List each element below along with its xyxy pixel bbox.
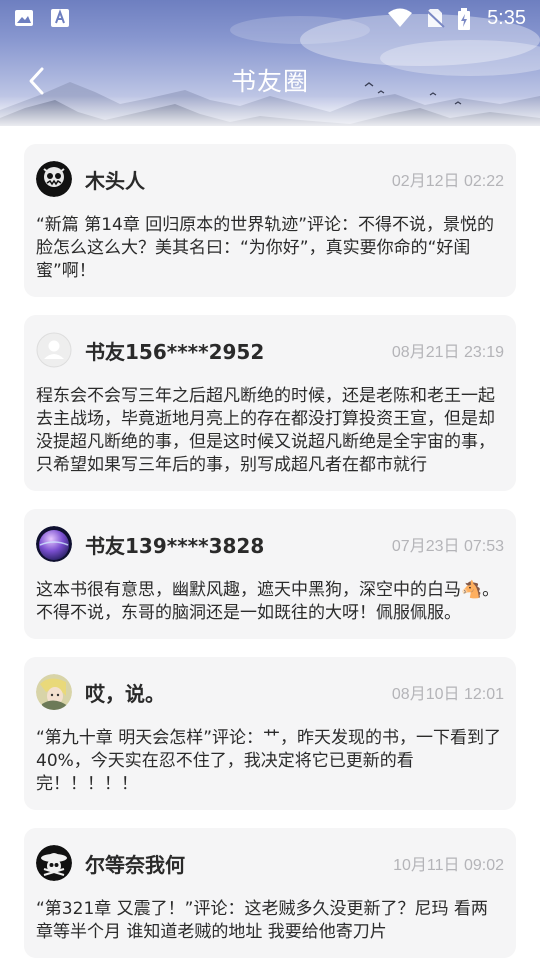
post-time: 10月11日 09:02 (393, 857, 504, 874)
straw-hat-skull-avatar[interactable] (36, 845, 72, 881)
post-time: 07月23日 07:53 (391, 538, 504, 555)
font-a-icon (50, 8, 70, 28)
comment-card[interactable]: 尔等奈我何 10月11日 09:02 “第321章 又震了！”评论：这老贼多久没… (24, 828, 516, 958)
post-time: 08月10日 12:01 (391, 686, 504, 703)
planet-avatar[interactable] (36, 526, 72, 562)
username[interactable]: 尔等奈我何 (85, 849, 185, 878)
anime-girl-avatar[interactable] (36, 674, 72, 710)
username[interactable]: 书友139****3828 (85, 530, 264, 559)
comment-card[interactable]: 哎，说。 08月10日 12:01 “第九十章 明天会怎样”评论：艹，昨天发现的… (24, 657, 516, 810)
post-time: 02月12日 02:22 (391, 173, 504, 190)
image-icon (14, 8, 34, 28)
post-time: 08月21日 23:19 (391, 344, 504, 361)
comment-text[interactable]: 程东会不会写三年之后超凡断绝的时候，还是老陈和老王一起去主战场，毕竟逝地月亮上的… (36, 385, 504, 477)
dark-monster-avatar[interactable] (36, 161, 72, 197)
comment-card[interactable]: 书友139****3828 07月23日 07:53 这本书很有意思，幽默风趣，… (24, 509, 516, 639)
default-user-avatar[interactable] (36, 332, 72, 368)
username[interactable]: 哎，说。 (85, 678, 165, 707)
comment-card[interactable]: 书友156****2952 08月21日 23:19 程东会不会写三年之后超凡断… (24, 315, 516, 491)
comment-text[interactable]: 这本书很有意思，幽默风趣，遮天中黑狗，深空中的白马🐴。不得不说，东哥的脑洞还是一… (36, 579, 504, 625)
page-title: 书友圈 (230, 67, 309, 96)
status-bar: 5:35 (0, 0, 540, 36)
username[interactable]: 木头人 (85, 165, 145, 194)
comment-text[interactable]: “第321章 又震了！”评论：这老贼多久没更新了？尼玛 看两章等半个月 谁知道老… (36, 898, 504, 944)
comment-card[interactable]: 木头人 02月12日 02:22 “新篇 第14章 回归原本的世界轨迹”评论：不… (24, 144, 516, 297)
header-banner: 5:35 书友圈 (0, 0, 540, 126)
wifi-icon (387, 8, 413, 28)
username[interactable]: 书友156****2952 (85, 336, 264, 365)
no-sim-icon (425, 8, 445, 28)
comment-feed[interactable]: 木头人 02月12日 02:22 “新篇 第14章 回归原本的世界轨迹”评论：不… (24, 144, 516, 960)
comment-text[interactable]: “新篇 第14章 回归原本的世界轨迹”评论：不得不说，景悦的脸怎么这么大？美其名… (36, 214, 504, 283)
status-time: 5:35 (487, 6, 526, 29)
battery-charging-icon (457, 8, 471, 30)
comment-text[interactable]: “第九十章 明天会怎样”评论：艹，昨天发现的书，一下看到了40%，今天实在忍不住… (36, 727, 504, 796)
